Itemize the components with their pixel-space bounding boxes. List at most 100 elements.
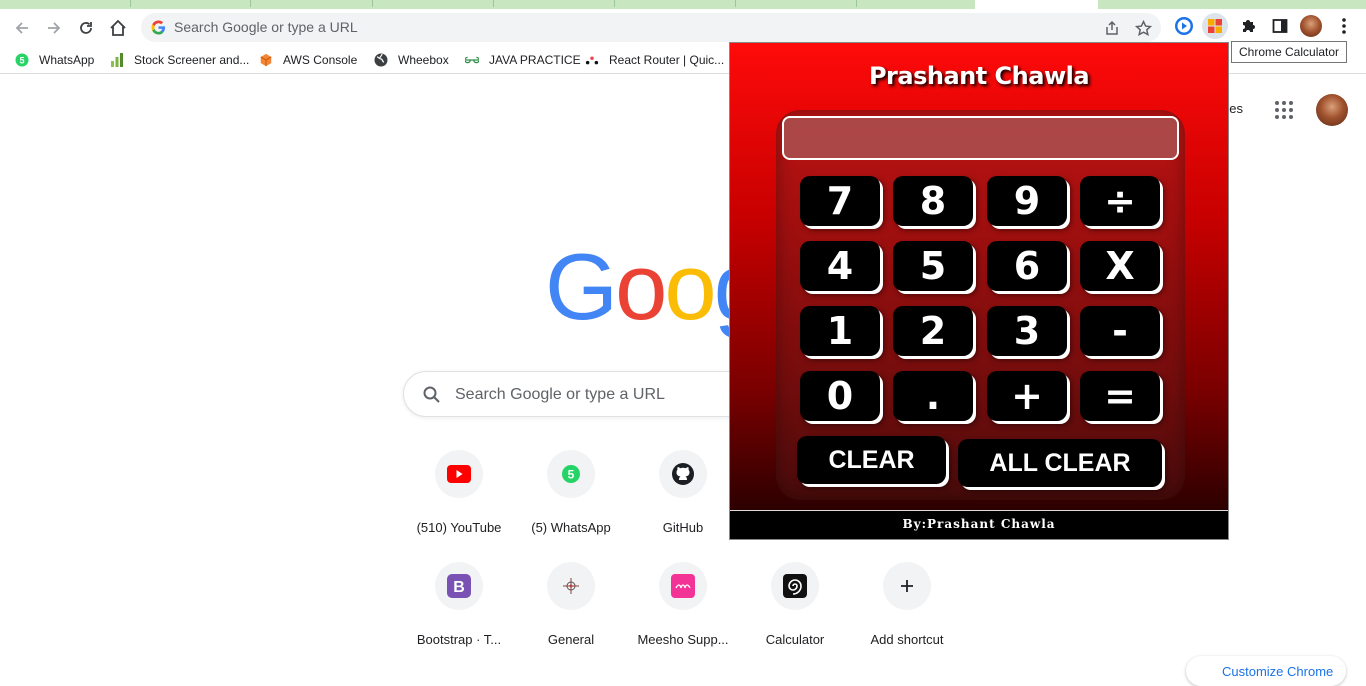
- bookmark-aws-console[interactable]: AWS Console: [259, 51, 357, 69]
- calculator-footer: By:Prashant Chawla: [730, 510, 1228, 539]
- search-icon: [423, 386, 440, 403]
- bookmark-star-icon[interactable]: [1134, 19, 1152, 37]
- meesho-icon: [659, 562, 707, 610]
- shortcut-bootstrap[interactable]: B Bootstrap · T...: [403, 562, 515, 674]
- customize-chrome-button[interactable]: Customize Chrome: [1186, 656, 1346, 686]
- tab-separator: [614, 0, 615, 7]
- youtube-icon: [435, 450, 483, 498]
- shortcut-youtube[interactable]: (510) YouTube: [403, 450, 515, 562]
- bookmark-java-practice[interactable]: JAVA PRACTICE: [465, 51, 581, 69]
- key-5[interactable]: 5: [893, 241, 973, 291]
- account-avatar[interactable]: [1316, 94, 1348, 126]
- bookmark-react-router[interactable]: React Router | Quic...: [585, 51, 724, 69]
- react-router-icon: [585, 53, 599, 67]
- browser-toolbar: Search Google or type a URL: [0, 10, 1366, 46]
- tab-group-bar[interactable]: [0, 0, 975, 9]
- logo-letter: o: [664, 234, 716, 339]
- tab-separator: [130, 0, 131, 7]
- profile-avatar[interactable]: [1300, 15, 1322, 37]
- bookmark-stock-screener[interactable]: Stock Screener and...: [110, 51, 249, 69]
- shortcut-label: General: [547, 632, 595, 647]
- home-button[interactable]: [104, 14, 132, 42]
- logo-letter: o: [615, 234, 667, 339]
- key-6[interactable]: 6: [987, 241, 1067, 291]
- key-8[interactable]: 8: [893, 176, 973, 226]
- globe-icon: [374, 53, 388, 67]
- bootstrap-icon: B: [435, 562, 483, 610]
- bars-icon: [110, 53, 124, 67]
- key-subtract[interactable]: -: [1080, 306, 1160, 356]
- tab-strip: [0, 0, 1366, 10]
- shortcut-meesho[interactable]: Meesho Supp...: [627, 562, 739, 674]
- bookmark-label: React Router | Quic...: [609, 53, 725, 67]
- calculator-extension-icon[interactable]: [1202, 13, 1228, 39]
- bookmark-whatsapp[interactable]: 5 WhatsApp: [15, 51, 94, 69]
- whatsapp-icon: 5: [15, 53, 29, 67]
- shortcut-calculator[interactable]: Calculator: [739, 562, 851, 674]
- svg-text:5: 5: [568, 468, 575, 482]
- tab-separator: [735, 0, 736, 7]
- omnibox[interactable]: Search Google or type a URL: [141, 13, 1161, 42]
- tab-separator: [493, 0, 494, 7]
- compass-icon: [547, 562, 595, 610]
- svg-text:5: 5: [19, 56, 24, 66]
- key-add[interactable]: +: [987, 371, 1067, 421]
- bookmark-wheebox[interactable]: Wheebox: [374, 51, 449, 69]
- key-decimal[interactable]: .: [893, 371, 973, 421]
- key-2[interactable]: 2: [893, 306, 973, 356]
- calculator-title: Prashant Chawla: [868, 62, 1090, 90]
- reload-button[interactable]: [72, 14, 100, 42]
- shortcut-github[interactable]: GitHub: [627, 450, 739, 562]
- google-g-icon: [151, 20, 166, 35]
- calculator-display[interactable]: [782, 116, 1179, 160]
- google-apps-icon[interactable]: [1275, 101, 1293, 119]
- reload-icon: [80, 22, 92, 34]
- kebab-menu-icon[interactable]: [1333, 15, 1355, 37]
- key-9[interactable]: 9: [987, 176, 1067, 226]
- key-divide[interactable]: ÷: [1080, 176, 1160, 226]
- key-7[interactable]: 7: [800, 176, 880, 226]
- arrow-left-icon: [15, 22, 28, 34]
- logo-letter: G: [545, 234, 618, 339]
- key-4[interactable]: 4: [800, 241, 880, 291]
- cube-icon: [259, 53, 273, 67]
- shortcut-whatsapp[interactable]: 5 (5) WhatsApp: [515, 450, 627, 562]
- key-multiply[interactable]: X: [1080, 241, 1160, 291]
- key-1[interactable]: 1: [800, 306, 880, 356]
- tab-group-bar[interactable]: [1098, 0, 1366, 9]
- whatsapp-icon: 5: [547, 450, 595, 498]
- extension-tooltip: Chrome Calculator: [1231, 41, 1348, 63]
- calculator-popup: Prashant Chawla 7 8 9 ÷ 4 5 6 X 1 2 3 - …: [729, 42, 1229, 540]
- shortcut-label: (5) WhatsApp: [531, 520, 611, 535]
- shortcut-label: Meesho Supp...: [637, 632, 729, 647]
- bookmark-label: Stock Screener and...: [134, 53, 250, 67]
- add-shortcut-button[interactable]: Add shortcut: [851, 562, 963, 674]
- shortcut-general[interactable]: General: [515, 562, 627, 674]
- extension-blue-icon[interactable]: [1173, 15, 1195, 37]
- github-icon: [659, 450, 707, 498]
- customize-label: Customize Chrome: [1222, 664, 1334, 679]
- svg-text:B: B: [453, 579, 465, 596]
- bookmark-label: Wheebox: [398, 53, 449, 67]
- key-3[interactable]: 3: [987, 306, 1067, 356]
- arrow-right-icon: [48, 22, 61, 34]
- bookmark-label: AWS Console: [283, 53, 358, 67]
- forward-button[interactable]: [40, 14, 68, 42]
- key-0[interactable]: 0: [800, 371, 880, 421]
- gfg-icon: [465, 53, 479, 67]
- bookmark-label: WhatsApp: [39, 53, 95, 67]
- puzzle-icon[interactable]: [1237, 15, 1259, 37]
- omnibox-placeholder: Search Google or type a URL: [174, 19, 358, 35]
- all-clear-button[interactable]: ALL CLEAR: [958, 439, 1162, 487]
- shortcut-label: Calculator: [765, 632, 825, 647]
- tab-separator: [856, 0, 857, 7]
- shortcut-label: Bootstrap · T...: [416, 632, 502, 647]
- back-button[interactable]: [8, 14, 36, 42]
- share-icon[interactable]: [1103, 19, 1121, 37]
- clear-button[interactable]: CLEAR: [797, 436, 946, 484]
- tab-separator: [372, 0, 373, 7]
- side-panel-icon[interactable]: [1269, 15, 1291, 37]
- tab-separator: [250, 0, 251, 7]
- key-equals[interactable]: =: [1080, 371, 1160, 421]
- shortcut-label: (510) YouTube: [416, 520, 502, 535]
